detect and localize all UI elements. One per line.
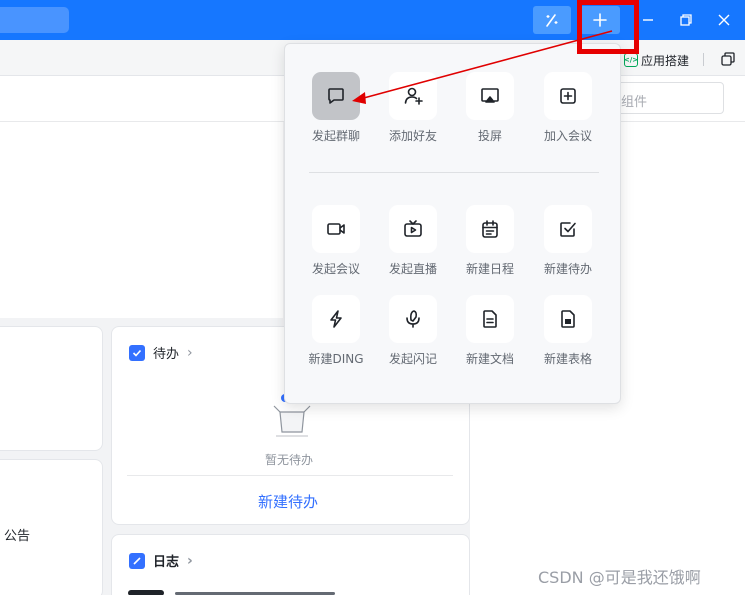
todo-card-title: 待办	[153, 347, 180, 362]
toolbar-divider	[703, 53, 704, 66]
plus-square-icon	[544, 72, 592, 120]
video-camera-icon	[312, 205, 360, 253]
quick-action-start-meeting[interactable]: 发起会议	[302, 205, 370, 277]
restore-icon	[680, 14, 692, 26]
quick-action-new-ding[interactable]: 新建DING	[302, 295, 370, 367]
quick-action-start-group-chat[interactable]: 发起群聊	[302, 72, 370, 144]
lightning-icon	[312, 295, 360, 343]
empty-state-text: 暂无待办	[265, 453, 314, 467]
quick-action-new-schedule[interactable]: 新建日程	[456, 205, 524, 277]
quick-action-new-todo[interactable]: 新建待办	[534, 205, 602, 277]
minimize-icon	[643, 19, 653, 21]
magic-wand-icon	[546, 14, 558, 27]
notice-label: 公告	[4, 529, 31, 544]
app-builder-label: 应用搭建	[641, 53, 690, 68]
quick-action-screen-cast[interactable]: 投屏	[456, 72, 524, 144]
calendar-icon	[466, 205, 514, 253]
document-icon	[466, 295, 514, 343]
todo-card-header[interactable]: 待办 ›	[129, 343, 193, 362]
log-item-tag	[128, 590, 164, 595]
left-card	[0, 326, 103, 451]
quick-action-label: 新建表格	[543, 352, 592, 366]
quick-action-label: 新建待办	[543, 262, 592, 276]
restore-button[interactable]	[668, 6, 704, 34]
watermark: CSDN @可是我还饿啊	[538, 568, 701, 587]
quick-action-new-document[interactable]: 新建文档	[456, 295, 524, 367]
new-window-icon	[721, 52, 735, 66]
quick-action-flash-note[interactable]: 发起闪记	[379, 295, 447, 367]
microphone-icon	[389, 295, 437, 343]
chat-bubble-icon	[312, 72, 360, 120]
log-card-title: 日志	[153, 555, 180, 570]
quick-action-join-meeting[interactable]: 加入会议	[534, 72, 602, 144]
spreadsheet-icon	[544, 295, 592, 343]
todo-card-divider	[127, 475, 453, 476]
screen-cast-icon	[466, 72, 514, 120]
chevron-right-icon: ›	[187, 344, 193, 361]
quick-action-label: 新建DING	[308, 352, 364, 366]
main-panel	[0, 122, 283, 318]
quick-action-label: 投屏	[477, 129, 502, 143]
highlight-annotation	[577, 0, 639, 54]
quick-action-label: 新建日程	[465, 262, 514, 276]
add-person-icon	[389, 72, 437, 120]
global-search-input[interactable]	[0, 7, 69, 33]
quick-action-label: 发起群聊	[311, 129, 360, 143]
quick-action-add-friend[interactable]: 添加好友	[379, 72, 447, 144]
quick-action-label: 新建文档	[465, 352, 514, 366]
log-card-header[interactable]: 日志 ›	[129, 551, 193, 570]
close-icon	[718, 14, 730, 26]
ai-assistant-button[interactable]	[533, 6, 571, 34]
quick-action-label: 发起闪记	[388, 352, 437, 366]
code-icon: </>	[624, 53, 638, 67]
quick-action-new-spreadsheet[interactable]: 新建表格	[534, 295, 602, 367]
new-todo-link[interactable]: 新建待办	[258, 491, 318, 512]
quick-action-label: 发起会议	[311, 262, 360, 276]
new-window-button[interactable]	[720, 51, 736, 67]
quick-action-label: 发起直播	[388, 262, 437, 276]
popup-divider	[309, 172, 599, 173]
quick-action-label: 添加好友	[388, 129, 437, 143]
log-icon	[129, 552, 145, 569]
checkbox-icon	[129, 344, 145, 361]
quick-action-start-live[interactable]: 发起直播	[379, 205, 447, 277]
checkbox-icon	[544, 205, 592, 253]
close-button[interactable]	[706, 6, 742, 34]
tv-icon	[389, 205, 437, 253]
chevron-right-icon: ›	[187, 552, 193, 569]
quick-action-label: 加入会议	[543, 129, 592, 143]
